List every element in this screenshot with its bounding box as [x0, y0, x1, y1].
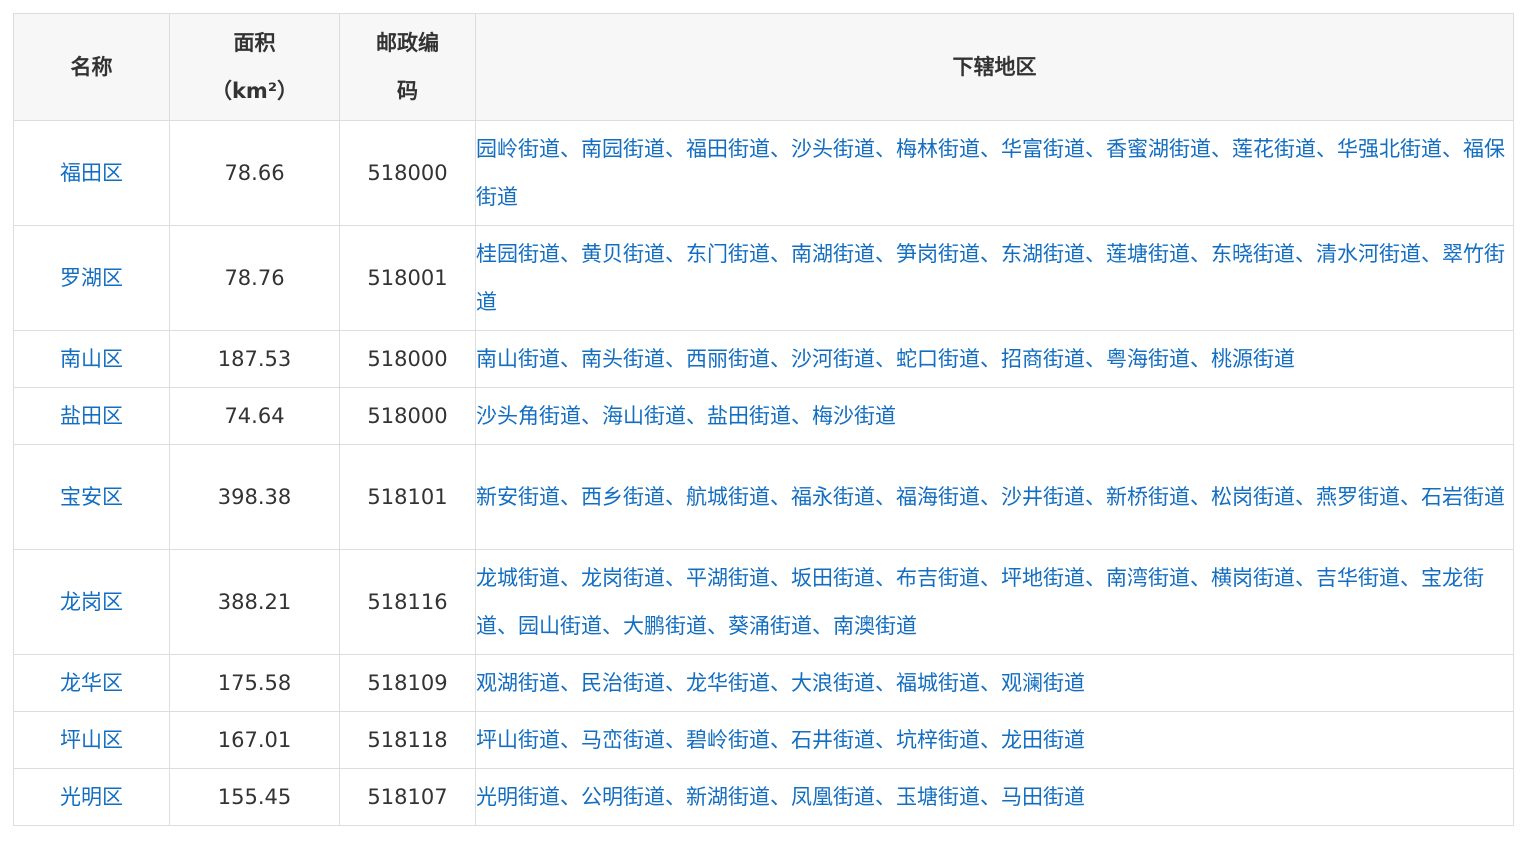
subdistricts-links[interactable]: 沙头角街道、海山街道、盐田街道、梅沙街道 — [475, 387, 1514, 445]
district-name-link[interactable]: 盐田区 — [13, 387, 170, 445]
subdistricts-links[interactable]: 园岭街道、南园街道、福田街道、沙头街道、梅林街道、华富街道、香蜜湖街道、莲花街道… — [475, 120, 1514, 226]
district-postcode: 518000 — [339, 330, 476, 388]
district-table: 名称 面积 （km²） 邮政编 码 下辖地区 福田区 78.66 518000 … — [13, 13, 1514, 826]
district-name-link[interactable]: 光明区 — [13, 768, 170, 826]
subdistricts-links[interactable]: 桂园街道、黄贝街道、东门街道、南湖街道、笋岗街道、东湖街道、莲塘街道、东晓街道、… — [475, 225, 1514, 331]
table-body: 福田区 78.66 518000 园岭街道、南园街道、福田街道、沙头街道、梅林街… — [13, 120, 1514, 826]
header-row: 名称 面积 （km²） 邮政编 码 下辖地区 — [13, 13, 1514, 121]
district-postcode: 518001 — [339, 225, 476, 331]
header-area-line1: 面积 — [233, 31, 276, 55]
header-postcode: 邮政编 码 — [339, 13, 476, 121]
subdistricts-links[interactable]: 光明街道、公明街道、新湖街道、凤凰街道、玉塘街道、马田街道 — [475, 768, 1514, 826]
district-area: 78.76 — [169, 225, 340, 331]
district-area: 74.64 — [169, 387, 340, 445]
subdistricts-links[interactable]: 龙城街道、龙岗街道、平湖街道、坂田街道、布吉街道、坪地街道、南湾街道、横岗街道、… — [475, 549, 1514, 655]
district-area: 167.01 — [169, 711, 340, 769]
subdistricts-links[interactable]: 坪山街道、马峦街道、碧岭街道、石井街道、坑梓街道、龙田街道 — [475, 711, 1514, 769]
table-row: 光明区 155.45 518107 光明街道、公明街道、新湖街道、凤凰街道、玉塘… — [13, 768, 1514, 826]
district-postcode: 518116 — [339, 549, 476, 655]
table-row: 福田区 78.66 518000 园岭街道、南园街道、福田街道、沙头街道、梅林街… — [13, 120, 1514, 226]
district-postcode: 518107 — [339, 768, 476, 826]
district-area: 388.21 — [169, 549, 340, 655]
district-name-link[interactable]: 龙华区 — [13, 654, 170, 712]
header-postcode-line2: 码 — [397, 79, 418, 103]
district-postcode: 518118 — [339, 711, 476, 769]
table-row: 盐田区 74.64 518000 沙头角街道、海山街道、盐田街道、梅沙街道 — [13, 387, 1514, 445]
table-row: 罗湖区 78.76 518001 桂园街道、黄贝街道、东门街道、南湖街道、笋岗街… — [13, 225, 1514, 331]
header-subdistricts: 下辖地区 — [475, 13, 1514, 121]
table-container: 名称 面积 （km²） 邮政编 码 下辖地区 福田区 78.66 518000 … — [13, 13, 1514, 826]
district-area: 175.58 — [169, 654, 340, 712]
header-area: 面积 （km²） — [169, 13, 340, 121]
subdistricts-links[interactable]: 新安街道、西乡街道、航城街道、福永街道、福海街道、沙井街道、新桥街道、松岗街道、… — [475, 444, 1514, 550]
district-postcode: 518000 — [339, 387, 476, 445]
district-area: 78.66 — [169, 120, 340, 226]
table-row: 龙岗区 388.21 518116 龙城街道、龙岗街道、平湖街道、坂田街道、布吉… — [13, 549, 1514, 655]
district-name-link[interactable]: 坪山区 — [13, 711, 170, 769]
district-postcode: 518109 — [339, 654, 476, 712]
header-name: 名称 — [13, 13, 170, 121]
header-area-line2: （km²） — [210, 79, 299, 103]
table-header: 名称 面积 （km²） 邮政编 码 下辖地区 — [13, 13, 1514, 121]
table-row: 宝安区 398.38 518101 新安街道、西乡街道、航城街道、福永街道、福海… — [13, 444, 1514, 550]
district-area: 155.45 — [169, 768, 340, 826]
subdistricts-links[interactable]: 南山街道、南头街道、西丽街道、沙河街道、蛇口街道、招商街道、粤海街道、桃源街道 — [475, 330, 1514, 388]
district-name-link[interactable]: 宝安区 — [13, 444, 170, 550]
table-row: 龙华区 175.58 518109 观湖街道、民治街道、龙华街道、大浪街道、福城… — [13, 654, 1514, 712]
district-area: 398.38 — [169, 444, 340, 550]
district-postcode: 518000 — [339, 120, 476, 226]
district-name-link[interactable]: 龙岗区 — [13, 549, 170, 655]
district-name-link[interactable]: 南山区 — [13, 330, 170, 388]
table-row: 坪山区 167.01 518118 坪山街道、马峦街道、碧岭街道、石井街道、坑梓… — [13, 711, 1514, 769]
district-name-link[interactable]: 罗湖区 — [13, 225, 170, 331]
header-postcode-line1: 邮政编 — [376, 31, 439, 55]
table-row: 南山区 187.53 518000 南山街道、南头街道、西丽街道、沙河街道、蛇口… — [13, 330, 1514, 388]
district-name-link[interactable]: 福田区 — [13, 120, 170, 226]
district-area: 187.53 — [169, 330, 340, 388]
subdistricts-links[interactable]: 观湖街道、民治街道、龙华街道、大浪街道、福城街道、观澜街道 — [475, 654, 1514, 712]
district-postcode: 518101 — [339, 444, 476, 550]
